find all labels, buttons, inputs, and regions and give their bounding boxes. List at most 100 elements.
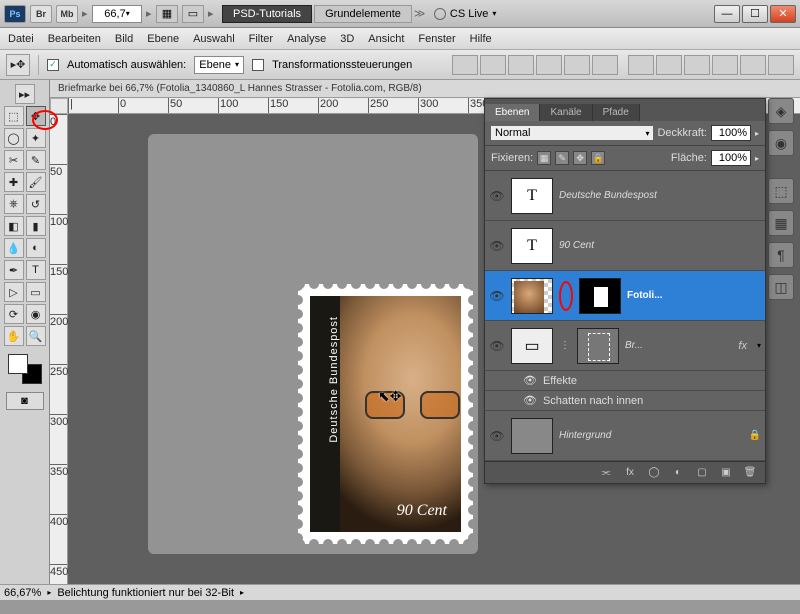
foreground-color[interactable]	[8, 354, 28, 374]
menu-auswahl[interactable]: Auswahl	[193, 33, 235, 45]
menu-datei[interactable]: Datei	[8, 33, 34, 45]
fx-badge[interactable]: fx	[738, 340, 747, 352]
align-icon[interactable]	[508, 55, 534, 75]
layer-mask-thumb[interactable]	[579, 278, 621, 314]
auto-select-checkbox[interactable]: ✓	[47, 59, 59, 71]
status-arrow-icon[interactable]: ▸	[240, 588, 244, 597]
marquee-tool[interactable]: ⬚	[4, 106, 24, 126]
color-swatches[interactable]	[8, 354, 42, 384]
visibility-icon[interactable]: 👁	[489, 429, 505, 443]
status-arrow-icon[interactable]: ▸	[47, 588, 51, 597]
magic-wand-tool[interactable]: ✦	[26, 128, 46, 148]
minibridge-button[interactable]: Mb	[56, 5, 78, 23]
eraser-tool[interactable]: ◧	[4, 216, 24, 236]
distribute-icon[interactable]	[712, 55, 738, 75]
layer-name[interactable]: Br...	[625, 340, 732, 351]
align-icon[interactable]	[536, 55, 562, 75]
hand-tool[interactable]: ✋	[4, 326, 24, 346]
fill-slider-icon[interactable]: ▸	[755, 154, 759, 163]
distribute-icon[interactable]	[768, 55, 794, 75]
pen-tool[interactable]: ✒	[4, 260, 24, 280]
delete-icon[interactable]: 🗑	[741, 465, 759, 481]
align-icon[interactable]	[452, 55, 478, 75]
tab-ebenen[interactable]: Ebenen	[485, 104, 540, 121]
lasso-tool[interactable]: ◯	[4, 128, 24, 148]
menu-bild[interactable]: Bild	[115, 33, 133, 45]
healing-tool[interactable]: ✚	[4, 172, 24, 192]
layer-row[interactable]: 👁 ▭ ⋮ Br... fx▾	[485, 321, 765, 371]
effect-item[interactable]: 👁Schatten nach innen	[485, 391, 765, 411]
align-icon[interactable]	[592, 55, 618, 75]
blur-tool[interactable]: 💧	[4, 238, 24, 258]
menu-bearbeiten[interactable]: Bearbeiten	[48, 33, 101, 45]
quickmask-toggle[interactable]: ◙	[6, 392, 44, 410]
tab-kanaele[interactable]: Kanäle	[540, 104, 592, 121]
effects-header[interactable]: 👁Effekte	[485, 371, 765, 391]
opacity-slider-icon[interactable]: ▸	[755, 129, 759, 138]
gradient-tool[interactable]: ▮	[26, 216, 46, 236]
menu-hilfe[interactable]: Hilfe	[470, 33, 492, 45]
menu-ansicht[interactable]: Ansicht	[368, 33, 404, 45]
cs-live[interactable]: CS Live ▾	[430, 8, 501, 20]
stamp-tool[interactable]: ⎈	[4, 194, 24, 214]
zoom-field[interactable]: 66,7▾	[92, 5, 142, 23]
visibility-icon[interactable]: 👁	[489, 289, 505, 303]
menu-3d[interactable]: 3D	[340, 33, 354, 45]
lock-position-icon[interactable]: ✥	[573, 151, 587, 165]
collapse-icon[interactable]: ▸▸	[15, 84, 35, 104]
fill-field[interactable]: 100%	[711, 150, 751, 166]
dock-color-icon[interactable]: ◉	[768, 130, 794, 156]
zoom-tool[interactable]: 🔍	[26, 326, 46, 346]
layer-name[interactable]: Fotoli...	[627, 290, 761, 301]
vector-mask-thumb[interactable]	[577, 328, 619, 364]
more-workspaces[interactable]: ≫	[414, 5, 420, 23]
minimize-button[interactable]: —	[714, 5, 740, 23]
close-button[interactable]: ✕	[770, 5, 796, 23]
group-icon[interactable]: ▢	[693, 465, 711, 481]
crop-tool[interactable]: ✂	[4, 150, 24, 170]
screenmode-icon[interactable]: ▭	[182, 5, 204, 23]
arrange-icon[interactable]: ▦	[156, 5, 178, 23]
visibility-icon[interactable]: 👁	[489, 339, 505, 353]
maximize-button[interactable]: ☐	[742, 5, 768, 23]
visibility-icon[interactable]: 👁	[489, 239, 505, 253]
menu-filter[interactable]: Filter	[249, 33, 273, 45]
layer-row[interactable]: 👁 T Deutsche Bundespost	[485, 171, 765, 221]
fx-icon[interactable]: fx	[621, 465, 639, 481]
eyedropper-tool[interactable]: ✎	[26, 150, 46, 170]
bridge-button[interactable]: Br	[30, 5, 52, 23]
workspace-psd-tutorials[interactable]: PSD-Tutorials	[222, 5, 312, 23]
layer-name[interactable]: Deutsche Bundespost	[559, 190, 761, 201]
align-icon[interactable]	[564, 55, 590, 75]
dock-adjust-icon[interactable]: ⬚	[768, 178, 794, 204]
lock-transparent-icon[interactable]: ▦	[537, 151, 551, 165]
layer-name[interactable]: 90 Cent	[559, 240, 761, 251]
move-tool[interactable]: ✥	[26, 106, 46, 126]
auto-select-target[interactable]: Ebene▾	[194, 56, 244, 74]
adjustment-icon[interactable]: ◐	[669, 465, 687, 481]
zoom-status[interactable]: 66,67%	[4, 587, 41, 599]
type-tool[interactable]: T	[26, 260, 46, 280]
path-select-tool[interactable]: ▷	[4, 282, 24, 302]
lock-pixels-icon[interactable]: ✎	[555, 151, 569, 165]
brush-tool[interactable]: 🖌	[26, 172, 46, 192]
ruler-vertical[interactable]: 050100150200250300350400450	[50, 114, 68, 584]
distribute-icon[interactable]	[656, 55, 682, 75]
blend-mode-select[interactable]: Normal▾	[491, 126, 653, 140]
visibility-icon[interactable]: 👁	[489, 189, 505, 203]
layer-row[interactable]: 👁 Hintergrund 🔒	[485, 411, 765, 461]
layer-row-selected[interactable]: 👁 Fotoli...	[485, 271, 765, 321]
dock-styles-icon[interactable]: ▦	[768, 210, 794, 236]
tool-preset-icon[interactable]: ▸✥	[6, 54, 30, 76]
new-layer-icon[interactable]: ▣	[717, 465, 735, 481]
shape-tool[interactable]: ▭	[26, 282, 46, 302]
dock-swatches-icon[interactable]: ◫	[768, 274, 794, 300]
transform-checkbox[interactable]	[252, 59, 264, 71]
lock-all-icon[interactable]: 🔒	[591, 151, 605, 165]
3d-tool[interactable]: ⟳	[4, 304, 24, 324]
layer-name[interactable]: Hintergrund	[559, 430, 743, 441]
distribute-icon[interactable]	[740, 55, 766, 75]
tab-pfade[interactable]: Pfade	[593, 104, 640, 121]
dock-layers-icon[interactable]: ◈	[768, 98, 794, 124]
link-icon[interactable]: ⋮	[559, 340, 571, 351]
